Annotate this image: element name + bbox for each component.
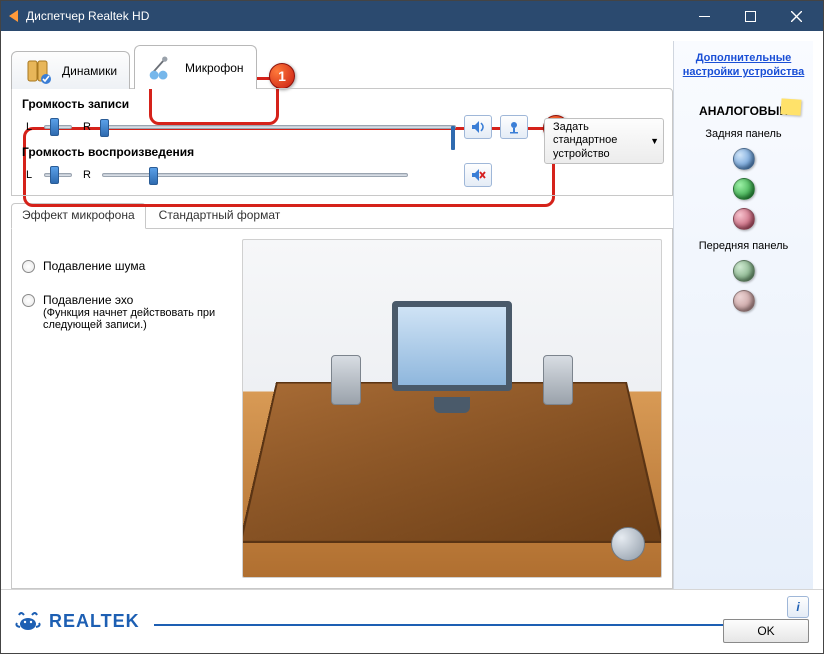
radio-echo-cancellation[interactable]: Подавление эхо (Функция начнет действова…: [22, 293, 232, 331]
playback-slider-thumb[interactable]: [149, 167, 158, 185]
default-device-label: Задать стандартное устройство: [553, 121, 646, 161]
app-icon: [9, 10, 18, 22]
right-channel-label: R: [80, 121, 94, 133]
subtab-default-format[interactable]: Стандартный формат: [148, 203, 292, 229]
microphone-icon: [147, 54, 179, 82]
device-tabs: Динамики Микрофон: [11, 41, 673, 89]
speakers-icon: [24, 57, 56, 85]
port-front-pink[interactable]: [733, 290, 755, 312]
ok-button[interactable]: OK: [723, 619, 809, 643]
main-panel: Динамики Микрофон: [11, 41, 673, 589]
effects-panel: Подавление шума Подавление эхо (Функция …: [11, 229, 673, 589]
tab-microphone-label: Микрофон: [185, 61, 243, 75]
realtek-crab-icon: [15, 609, 41, 635]
echo-label-text: Подавление эхо: [43, 293, 232, 307]
tab-microphone[interactable]: Микрофон: [134, 45, 256, 89]
chevron-down-icon: ▼: [650, 136, 659, 147]
sub-tabs: Эффект микрофона Стандартный формат: [11, 202, 673, 229]
radio-icon: [22, 294, 35, 307]
titlebar: Диспетчер Realtek HD: [1, 1, 823, 31]
radio-noise-suppression[interactable]: Подавление шума: [22, 259, 232, 273]
close-button[interactable]: [773, 1, 819, 31]
footer: REALTEK i OK: [1, 589, 823, 653]
echo-label-note: (Функция начнет действовать при следующе…: [43, 307, 232, 331]
app-window: Диспетчер Realtek HD: [0, 0, 824, 654]
tab-speakers-label: Динамики: [62, 64, 117, 78]
record-boost-button[interactable]: [500, 115, 528, 139]
playback-mute-button[interactable]: [464, 163, 492, 187]
left-channel-label: L: [22, 121, 36, 133]
right-channel-label-2: R: [80, 169, 94, 181]
left-channel-label-2: L: [22, 169, 36, 181]
echo-cancellation-label: Подавление эхо (Функция начнет действова…: [43, 293, 232, 331]
record-slider-track[interactable]: [102, 125, 456, 129]
maximize-button[interactable]: [727, 1, 773, 31]
back-panel-label: Задняя панель: [682, 128, 805, 140]
port-back-pink[interactable]: [733, 208, 755, 230]
playback-slider-track[interactable]: [102, 173, 408, 177]
front-panel-label: Передняя панель: [682, 240, 805, 252]
record-volume-label: Громкость записи: [22, 97, 534, 111]
brand-logo: REALTEK: [15, 609, 140, 635]
port-back-green[interactable]: [733, 178, 755, 200]
ok-button-label: OK: [757, 624, 774, 638]
minimize-button[interactable]: [681, 1, 727, 31]
info-button[interactable]: i: [787, 596, 809, 618]
effect-options: Подавление шума Подавление эхо (Функция …: [22, 239, 232, 578]
record-volume-slider[interactable]: L R: [20, 113, 534, 141]
brand-text: REALTEK: [49, 611, 140, 632]
sticky-note-icon: [780, 98, 801, 115]
noise-suppression-label: Подавление шума: [43, 259, 145, 273]
mic-ball-icon: [611, 527, 645, 561]
port-back-blue[interactable]: [733, 148, 755, 170]
brand-divider: [154, 624, 809, 626]
extra-settings-link[interactable]: Дополнительные настройки устройства: [682, 51, 805, 80]
radio-icon: [22, 260, 35, 273]
port-front-green[interactable]: [733, 260, 755, 282]
window-title: Диспетчер Realtek HD: [26, 9, 681, 23]
content-area: Динамики Микрофон: [1, 31, 823, 589]
window-controls: [681, 1, 819, 31]
subtab-mic-effect[interactable]: Эффект микрофона: [11, 203, 146, 229]
tab-speakers[interactable]: Динамики: [11, 51, 130, 89]
record-slider-thumb[interactable]: [100, 119, 109, 137]
default-device-dropdown[interactable]: Задать стандартное устройство ▼: [544, 118, 664, 164]
device-illustration: [242, 239, 662, 578]
record-mute-button[interactable]: [464, 115, 492, 139]
sidebar: Дополнительные настройки устройства АНАЛ…: [673, 41, 813, 589]
playback-volume-slider[interactable]: L R: [20, 161, 534, 189]
playback-volume-label: Громкость воспроизведения: [22, 145, 534, 159]
